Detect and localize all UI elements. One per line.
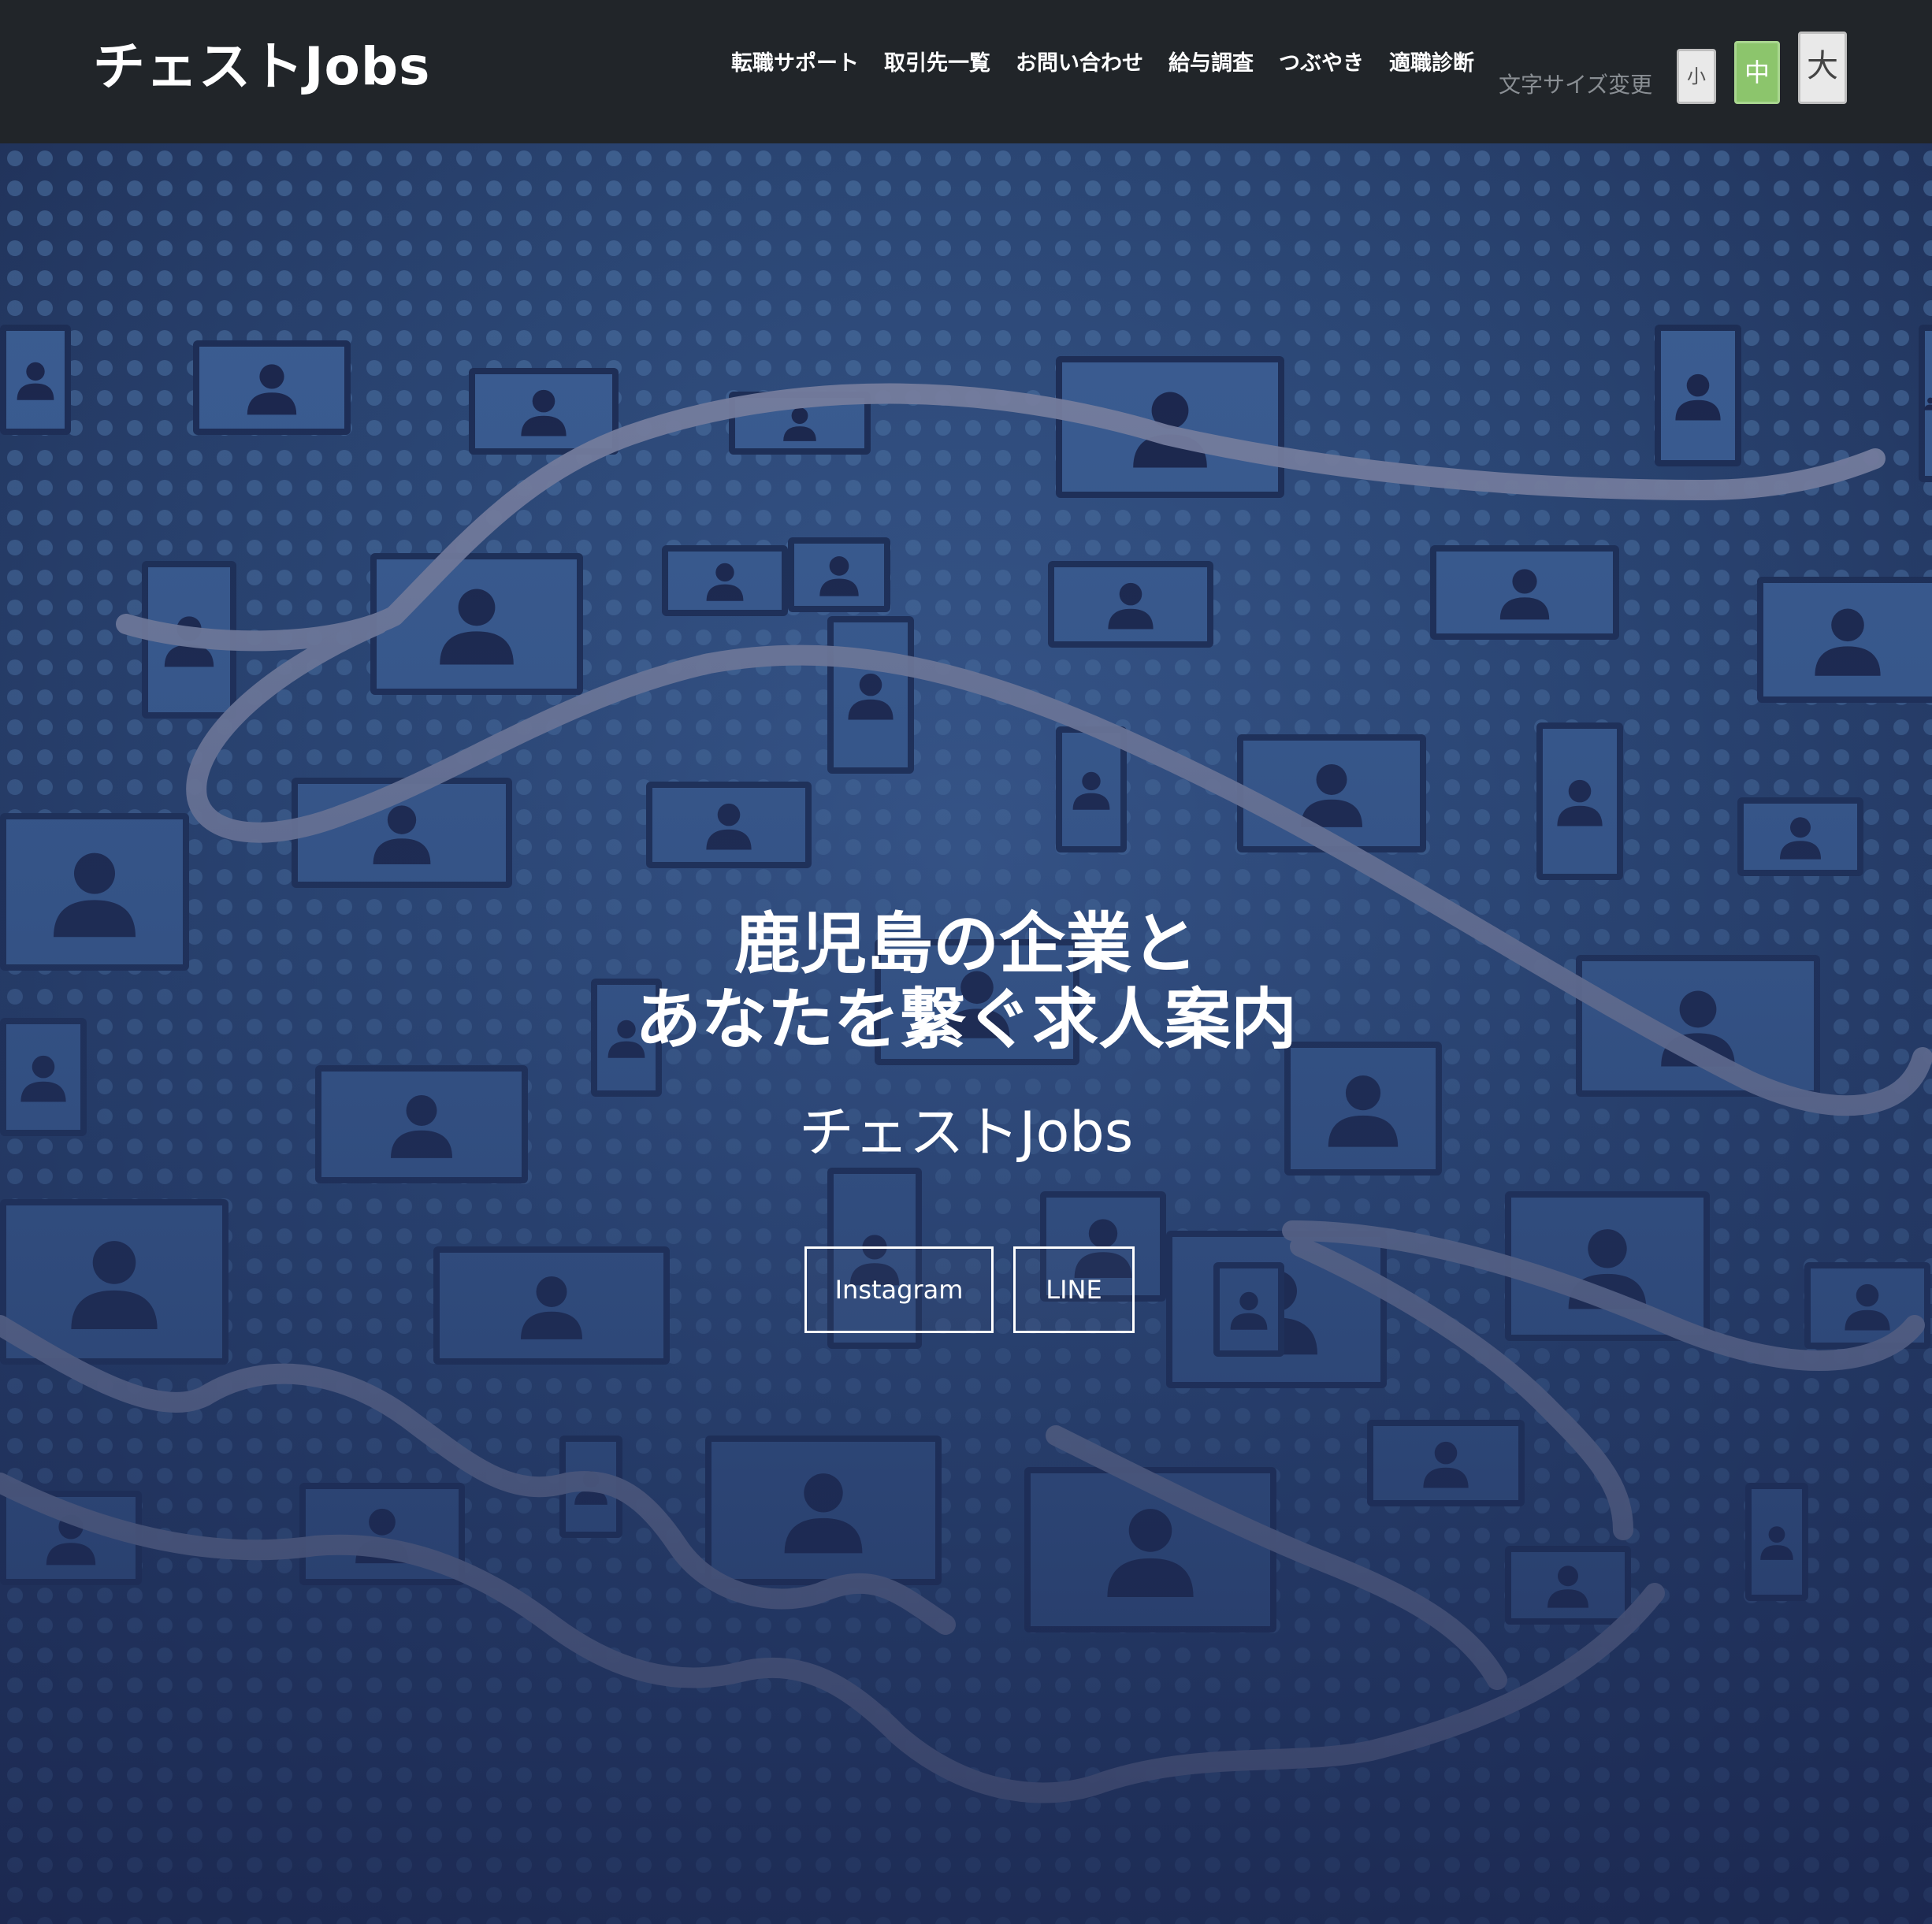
nav-career-support[interactable]: 転職サポート — [719, 44, 871, 84]
font-size-label: 文字サイズ変更 — [1499, 72, 1653, 98]
hero-title: 鹿児島の企業と あなたを繋ぐ求人案内 — [0, 906, 1932, 1057]
main-nav: 転職サポート 取引先一覧 お問い合わせ 給与調査 つぶやき 適職診断 — [719, 44, 1487, 84]
nav-tweets[interactable]: つぶやき — [1266, 44, 1377, 84]
font-size-large-button[interactable]: 大 — [1798, 32, 1847, 104]
hero-title-line-2: あなたを繋ぐ求人案内 — [634, 981, 1297, 1058]
nav-partners[interactable]: 取引先一覧 — [871, 44, 1003, 84]
font-size-small-button[interactable]: 小 — [1677, 49, 1716, 104]
hero-title-line-1: 鹿児島の企業と — [734, 905, 1198, 982]
font-size-medium-button[interactable]: 中 — [1734, 41, 1780, 104]
nav-contact[interactable]: お問い合わせ — [1003, 44, 1156, 84]
nav-salary-survey[interactable]: 給与調査 — [1156, 44, 1266, 84]
brand-logo[interactable]: チェストJobs — [93, 32, 430, 102]
line-button[interactable]: LINE — [1013, 1246, 1135, 1333]
nav-aptitude-test[interactable]: 適職診断 — [1377, 44, 1487, 84]
hero-section: 鹿児島の企業と あなたを繋ぐ求人案内 チェストJobs Instagram LI… — [0, 143, 1932, 1924]
instagram-button[interactable]: Instagram — [804, 1246, 994, 1333]
hero-subtitle: チェストJobs — [798, 1100, 1134, 1164]
top-navbar: チェストJobs 転職サポート 取引先一覧 お問い合わせ 給与調査 つぶやき 適… — [0, 0, 1932, 143]
